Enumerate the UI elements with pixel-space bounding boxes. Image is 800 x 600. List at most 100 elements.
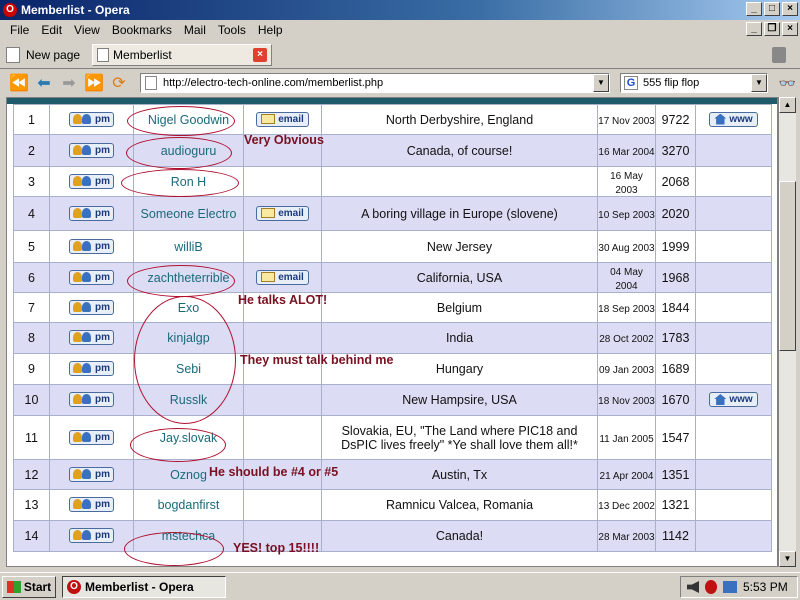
forward-arrow-icon[interactable]: ➡ bbox=[58, 73, 80, 93]
menu-file[interactable]: File bbox=[4, 23, 35, 37]
scroll-down-icon[interactable]: ▼ bbox=[779, 551, 796, 567]
member-row: 7 pm Exo Belgium 18 Sep 2003 1844 bbox=[13, 292, 772, 323]
menu-bookmarks[interactable]: Bookmarks bbox=[106, 23, 178, 37]
pm-cell: pm bbox=[49, 489, 134, 521]
people-icon bbox=[73, 207, 93, 219]
rewind-icon[interactable]: ⏪ bbox=[8, 73, 30, 93]
window-title: Memberlist - Opera bbox=[21, 3, 130, 17]
pm-label: pm bbox=[95, 530, 110, 541]
doc-minimize-button[interactable]: _ bbox=[746, 22, 762, 36]
minimize-button[interactable]: _ bbox=[746, 2, 762, 16]
pm-button[interactable]: pm bbox=[69, 173, 114, 189]
fast-forward-icon[interactable]: ⏩ bbox=[83, 73, 105, 93]
maximize-button[interactable]: □ bbox=[764, 2, 780, 16]
username-link[interactable]: williB bbox=[174, 240, 202, 254]
search-dropdown-icon[interactable]: ▼ bbox=[751, 74, 767, 92]
username-link[interactable]: Someone Electro bbox=[141, 207, 237, 221]
posts-cell: 1844 bbox=[655, 292, 696, 323]
menu-mail[interactable]: Mail bbox=[178, 23, 212, 37]
pm-button[interactable]: pm bbox=[69, 269, 114, 285]
close-tab-icon[interactable]: × bbox=[253, 47, 268, 62]
pm-label: pm bbox=[95, 207, 110, 219]
pm-button[interactable]: pm bbox=[69, 466, 114, 482]
opera-tray-icon[interactable] bbox=[705, 580, 717, 594]
username-link[interactable]: Oznog bbox=[170, 468, 207, 482]
joined-date: 18 Nov 2003 bbox=[598, 396, 655, 407]
rank-cell: 5 bbox=[13, 230, 50, 263]
pm-button[interactable]: pm bbox=[69, 497, 114, 512]
doc-close-button[interactable]: × bbox=[782, 22, 798, 36]
email-button[interactable]: email bbox=[256, 111, 309, 127]
menu-edit[interactable]: Edit bbox=[35, 23, 68, 37]
taskbar: Start O Memberlist - Opera 5:53 PM bbox=[0, 572, 800, 600]
joined-date: 16 May 2003 bbox=[610, 170, 643, 196]
member-row: 8 pm kinjalgp India 28 Oct 2002 1783 bbox=[13, 322, 772, 354]
scroll-up-icon[interactable]: ▲ bbox=[779, 97, 796, 113]
address-field[interactable]: http://electro-tech-online.com/memberlis… bbox=[140, 73, 610, 93]
tab-memberlist[interactable]: Memberlist × bbox=[92, 43, 273, 66]
www-button[interactable]: www bbox=[709, 392, 758, 407]
doc-restore-button[interactable]: ❐ bbox=[764, 22, 780, 36]
new-page-button[interactable]: New page bbox=[6, 46, 81, 63]
pm-button[interactable]: pm bbox=[69, 429, 114, 445]
network-icon[interactable] bbox=[723, 581, 737, 593]
pm-button[interactable]: pm bbox=[69, 528, 114, 543]
username-link[interactable]: bogdanfirst bbox=[158, 498, 220, 512]
windows-logo-icon bbox=[6, 580, 21, 593]
trash-icon[interactable] bbox=[772, 47, 786, 63]
pm-button[interactable]: pm bbox=[69, 238, 114, 254]
start-button[interactable]: Start bbox=[2, 575, 56, 598]
google-icon[interactable]: G bbox=[624, 76, 638, 90]
scroll-thumb[interactable] bbox=[779, 181, 796, 351]
address-dropdown-icon[interactable]: ▼ bbox=[593, 74, 609, 92]
member-row: 5 pm williB New Jersey 30 Aug 2003 1999 bbox=[13, 230, 772, 263]
pm-button[interactable]: pm bbox=[69, 142, 114, 158]
joined-cell: 13 Dec 2002 bbox=[597, 489, 656, 521]
pm-label: pm bbox=[95, 468, 110, 480]
taskbar-item-opera[interactable]: O Memberlist - Opera bbox=[62, 575, 226, 598]
pm-button[interactable]: pm bbox=[69, 330, 114, 345]
www-cell bbox=[695, 230, 772, 263]
annotation-top15: YES! top 15!!!! bbox=[233, 541, 320, 555]
email-button[interactable]: email bbox=[256, 269, 309, 285]
pm-button[interactable]: pm bbox=[69, 361, 114, 376]
joined-cell: 18 Sep 2003 bbox=[597, 292, 656, 323]
posts-cell: 1689 bbox=[655, 353, 696, 385]
location-cell: Canada, of course! bbox=[321, 134, 598, 167]
pm-button[interactable]: pm bbox=[69, 205, 114, 221]
joined-cell: 28 Mar 2003 bbox=[597, 520, 656, 552]
pm-button[interactable]: pm bbox=[69, 392, 114, 407]
email-cell bbox=[243, 166, 322, 197]
username-cell: Someone Electro bbox=[133, 196, 244, 231]
opera-icon: O bbox=[3, 3, 17, 17]
reload-icon[interactable]: ⟳ bbox=[108, 73, 130, 93]
www-cell bbox=[695, 292, 772, 323]
menu-tools[interactable]: Tools bbox=[212, 23, 252, 37]
new-page-label: New page bbox=[26, 47, 81, 62]
joined-cell: 18 Nov 2003 bbox=[597, 384, 656, 416]
vertical-scrollbar[interactable]: ▲ ▼ bbox=[778, 97, 796, 567]
close-window-button[interactable]: × bbox=[782, 2, 798, 16]
annotation-very-obvious: Very Obvious bbox=[244, 133, 324, 147]
pm-button[interactable]: pm bbox=[69, 299, 114, 315]
email-button[interactable]: email bbox=[256, 205, 309, 221]
pm-label: pm bbox=[95, 332, 110, 343]
www-button[interactable]: www bbox=[709, 111, 758, 127]
menu-help[interactable]: Help bbox=[252, 23, 289, 37]
pm-label: pm bbox=[95, 240, 110, 252]
location-cell: Belgium bbox=[321, 292, 598, 323]
email-cell bbox=[243, 322, 322, 354]
location-cell: A boring village in Europe (slovene) bbox=[321, 196, 598, 231]
menu-view[interactable]: View bbox=[68, 23, 106, 37]
member-row: 12 pm Oznog Austin, Tx 21 Apr 2004 1351 bbox=[13, 459, 772, 490]
location-cell: Ramnicu Valcea, Romania bbox=[321, 489, 598, 521]
search-field[interactable]: G 555 flip flop ▼ bbox=[620, 73, 768, 93]
back-arrow-icon[interactable]: ⬅ bbox=[33, 73, 55, 93]
glasses-icon[interactable]: 👓 bbox=[779, 75, 796, 92]
pm-button[interactable]: pm bbox=[69, 111, 114, 127]
annotation-talks-alot: He talks ALOT! bbox=[238, 293, 328, 307]
posts-cell: 1142 bbox=[655, 520, 696, 552]
speaker-icon[interactable] bbox=[687, 581, 699, 593]
annotation-circle-mstechca bbox=[124, 532, 224, 566]
member-row: 10 pm Russlk New Hampsire, USA 18 Nov 2003 16… bbox=[13, 384, 772, 416]
